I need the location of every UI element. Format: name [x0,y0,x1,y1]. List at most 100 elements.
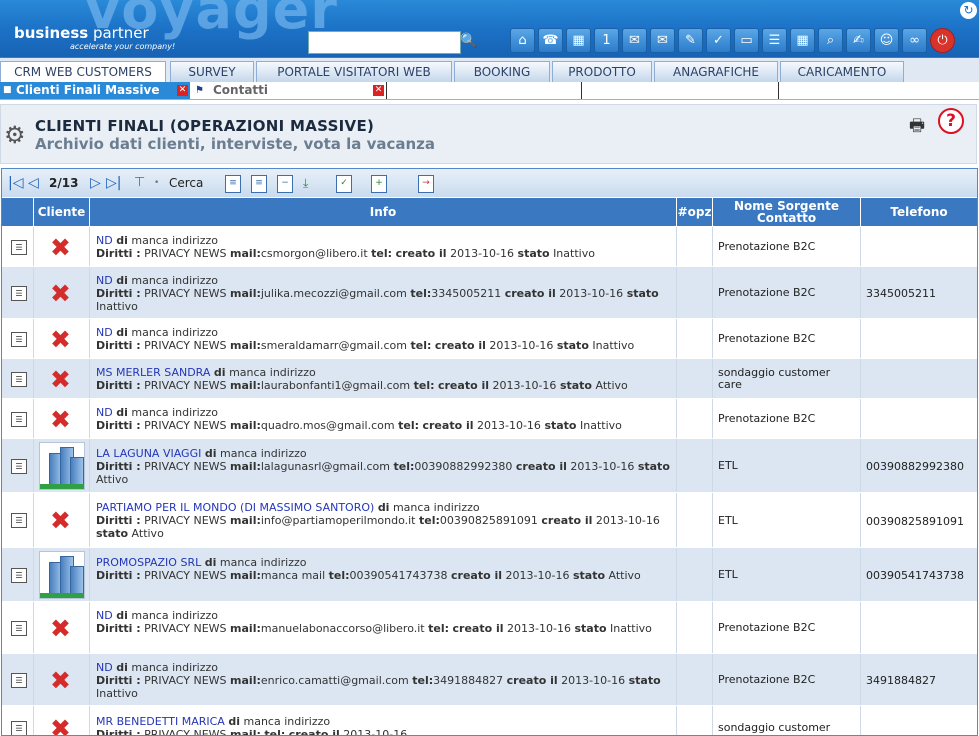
table-row[interactable]: ☰ ✖ ND di manca indirizzo Diritti : PRIV… [2,226,977,267]
checklist-icon[interactable]: ✓ [706,28,731,53]
col-sorgente[interactable]: Nome Sorgente Contatto [713,198,861,226]
cell-edit: ☰ [2,654,34,706]
brand-logo[interactable]: business partner accelerate your company… [14,24,149,42]
client-name-link[interactable]: ND [96,661,113,674]
edit-record-icon[interactable]: ☰ [11,412,27,427]
list-view-icon[interactable]: ≡ [225,175,241,193]
mail-icon[interactable]: ✉ [650,28,675,53]
table-row[interactable]: ☰ ✖ ND di manca indirizzo Diritti : PRIV… [2,601,977,654]
delete-x-icon[interactable]: ✖ [50,281,71,306]
col-opz[interactable]: #opz [677,198,713,226]
edit-record-icon[interactable]: ☰ [11,673,27,688]
tab-clienti-finali[interactable]: ■ Clienti Finali Massive [0,82,190,99]
magnifier-icon[interactable]: ⌕ [818,28,843,53]
phone-icon[interactable]: ☎ [538,28,563,53]
calendar-icon[interactable]: 1 [594,28,619,53]
table-check-icon[interactable]: ✓ [336,175,352,193]
menu-item-caricamento[interactable]: CARICAMENTO [780,61,904,82]
cell-edit: ☰ [2,319,34,359]
table-row[interactable]: ☰ ✖ ND di manca indirizzo Diritti : PRIV… [2,318,977,359]
help-icon[interactable]: ? [938,108,964,134]
menu-item-portale[interactable]: PORTALE VISITATORI WEB [256,61,452,82]
client-name-link[interactable]: PARTIAMO PER IL MONDO (DI MASSIMO SANTOR… [96,501,374,514]
address-value: manca indirizzo [131,406,218,419]
col-telefono[interactable]: Telefono [861,198,977,226]
compact-view-icon[interactable]: − [277,175,293,193]
delete-x-icon[interactable]: ✖ [50,407,71,432]
tab-close-icon[interactable]: ✕ [177,85,188,96]
client-name-link[interactable]: MS MERLER SANDRA [96,366,210,379]
home-icon[interactable]: ⌂ [510,28,535,53]
edit-record-icon[interactable]: ☰ [11,621,27,636]
table-row[interactable]: ☰ ✖ ND di manca indirizzo Diritti : PRIV… [2,398,977,439]
users-icon[interactable]: ☺ [874,28,899,53]
search-input[interactable] [308,31,461,54]
delete-x-icon[interactable]: ✖ [50,367,71,392]
edit-record-icon[interactable]: ☰ [11,332,27,347]
client-name-link[interactable]: PROMOSPAZIO SRL [96,556,201,569]
edit-record-icon[interactable]: ☰ [11,240,27,255]
print-icon[interactable]: 🖶 [909,113,925,142]
table-row[interactable]: ☰ ✖ PARTIAMO PER IL MONDO (DI MASSIMO SA… [2,492,977,548]
client-name-link[interactable]: ND [96,406,113,419]
calculator-icon[interactable]: ▦ [790,28,815,53]
menu-item-anagrafiche[interactable]: ANAGRAFICHE [654,61,778,82]
edit-record-icon[interactable]: ☰ [11,513,27,528]
delete-x-icon[interactable]: ✖ [50,235,71,260]
edit-record-icon[interactable]: ☰ [11,372,27,387]
first-page-icon[interactable]: |◁ [8,175,23,191]
card-icon[interactable]: ▭ [734,28,759,53]
table-row[interactable]: ☰ ✖ ND di manca indirizzo Diritti : PRIV… [2,653,977,706]
edit-record-icon[interactable]: ☰ [11,459,27,474]
document-icon[interactable]: ☰ [762,28,787,53]
refresh-icon[interactable]: ↻ [960,2,977,19]
edit-record-icon[interactable]: ☰ [11,286,27,301]
delete-x-icon[interactable]: ✖ [50,716,71,736]
last-page-icon[interactable]: ▷| [106,175,121,191]
table-row[interactable]: ☰ ✖ ND di manca indirizzo Diritti : PRIV… [2,266,977,319]
table-row[interactable]: ☰ PROMOSPAZIO SRL di manca indirizzo Dir… [2,547,977,602]
link-icon[interactable]: ∞ [902,28,927,53]
menu-item-prodotto[interactable]: PRODOTTO [552,61,652,82]
delete-x-icon[interactable]: ✖ [50,508,71,533]
table-export-icon[interactable]: → [418,175,434,193]
client-name-link[interactable]: LA LAGUNA VIAGGI [96,447,201,460]
quick-toolbar: ⌂☎▦1✉✉✎✓▭☰▦⌕✍☺∞⏻ [510,28,955,53]
table-row[interactable]: ☰ ✖ MS MERLER SANDRA di manca indirizzo … [2,358,977,399]
power-icon[interactable]: ⏻ [930,28,955,53]
list-view-2-icon[interactable]: ≡ [251,175,267,193]
client-name-link[interactable]: MR BENEDETTI MARICA [96,715,225,728]
client-name-link[interactable]: ND [96,234,113,247]
table-add-icon[interactable]: + [371,175,387,193]
source-value: Prenotazione B2C [718,413,856,425]
calendar-add-icon[interactable]: ▦ [566,28,591,53]
table-row[interactable]: ☰ LA LAGUNA VIAGGI di manca indirizzo Di… [2,438,977,493]
col-info[interactable]: Info [90,198,677,226]
pen-icon[interactable]: ✎ [678,28,703,53]
menu-item-survey[interactable]: SURVEY [170,61,254,82]
download-icon[interactable]: ⤓ [303,175,308,191]
edit-record-icon[interactable]: ☰ [11,568,27,583]
tab-close-icon[interactable]: ✕ [373,85,384,96]
search-button[interactable]: Cerca [169,175,203,191]
menu-item-crm[interactable]: CRM WEB CUSTOMERS [0,61,166,82]
mail-delete-icon[interactable]: ✉ [622,28,647,53]
filter-icon[interactable]: ⊤ [134,175,145,191]
table-row[interactable]: ☰ ✖ MR BENEDETTI MARICA di manca indiriz… [2,705,977,736]
edit-record-icon[interactable]: ☰ [11,721,27,736]
client-name-link[interactable]: ND [96,274,113,287]
col-cliente[interactable]: Cliente [34,198,90,226]
notepad-icon[interactable]: ✍ [846,28,871,53]
client-name-link[interactable]: ND [96,326,113,339]
prev-page-icon[interactable]: ◁ [28,175,39,191]
di-label: di [116,661,128,674]
menu-item-booking[interactable]: BOOKING [454,61,550,82]
delete-x-icon[interactable]: ✖ [50,668,71,693]
cell-info: MR BENEDETTI MARICA di manca indirizzo D… [90,706,677,736]
search-icon[interactable]: 🔍 [460,32,478,50]
client-name-link[interactable]: ND [96,609,113,622]
next-page-icon[interactable]: ▷ [90,175,101,191]
tab-contatti[interactable]: ⚑ Contatti [193,82,383,99]
delete-x-icon[interactable]: ✖ [50,327,71,352]
delete-x-icon[interactable]: ✖ [50,616,71,641]
